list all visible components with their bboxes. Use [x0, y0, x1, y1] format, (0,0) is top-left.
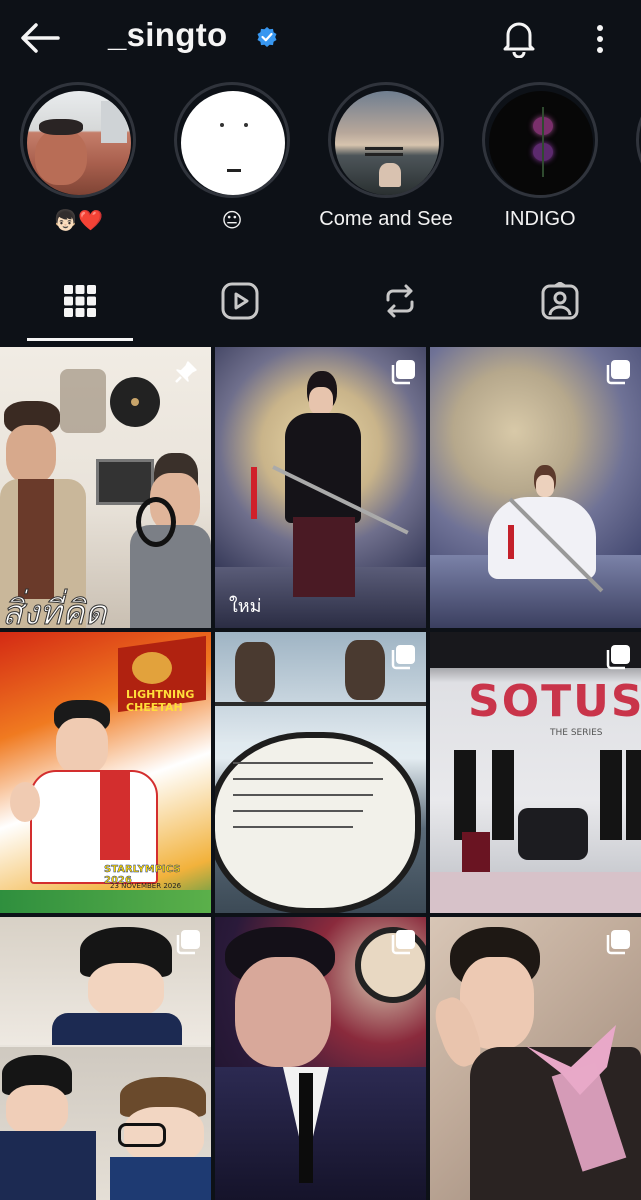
- post-tile[interactable]: [430, 917, 641, 1200]
- post-overlay-text: SOTUS: [468, 676, 641, 727]
- highlight-item[interactable]: 👦🏻❤️: [18, 82, 144, 238]
- highlight-item[interactable]: 😐: [172, 82, 298, 238]
- story-highlights: 👦🏻❤️ 😐 Come and See INDIGO: [0, 82, 641, 242]
- highlight-cover: [335, 91, 439, 195]
- selected-tab-indicator: [27, 338, 133, 341]
- highlight-cover: [489, 91, 593, 195]
- verified-badge-icon: [256, 26, 278, 48]
- highlight-item[interactable]: INDIGO: [480, 82, 606, 238]
- tagged-user-icon: [541, 282, 579, 320]
- bell-icon: [503, 22, 535, 59]
- highlight-cover: [27, 91, 131, 195]
- post-subtext: THE SERIES: [550, 728, 603, 738]
- carousel-icon: [606, 360, 630, 385]
- carousel-icon: [176, 930, 200, 955]
- grid-icon: [64, 285, 96, 317]
- post-tile[interactable]: [215, 917, 426, 1200]
- highlight-item[interactable]: [634, 82, 641, 238]
- post-date-text: 23 NOVEMBER 2026: [110, 882, 182, 890]
- post-tile[interactable]: ใหม่: [215, 347, 426, 628]
- carousel-icon: [391, 930, 415, 955]
- post-tile[interactable]: [215, 632, 426, 913]
- highlight-item[interactable]: Come and See: [319, 82, 453, 238]
- post-tile[interactable]: [0, 917, 211, 1200]
- highlight-label: INDIGO: [504, 208, 576, 230]
- post-overlay-text: สิ่งที่คิด: [2, 593, 108, 629]
- post-overlay-text: ใหม่: [229, 596, 262, 617]
- carousel-icon: [391, 360, 415, 385]
- profile-header: _singto: [0, 0, 641, 78]
- more-vertical-icon: [597, 25, 603, 53]
- profile-tabs: [0, 262, 641, 346]
- highlight-ring: [636, 82, 641, 198]
- post-tile[interactable]: LIGHTNING CHEETAH STARLYMPICS 2026 23 NO…: [0, 632, 211, 913]
- repost-icon: [386, 284, 414, 318]
- notifications-button[interactable]: [500, 18, 538, 59]
- post-tile[interactable]: [430, 347, 641, 628]
- post-tile[interactable]: SOTUS THE SERIES: [430, 632, 641, 913]
- carousel-icon: [391, 645, 415, 670]
- more-options-button[interactable]: [590, 22, 610, 56]
- tab-posts[interactable]: [0, 262, 160, 340]
- highlight-label: 😐: [221, 210, 243, 232]
- arrow-left-icon: [21, 23, 60, 53]
- posts-grid: สิ่งที่คิด ใหม่ LIGHTNING CHEETAH STARLY…: [0, 347, 641, 1200]
- post-overlay-text: LIGHTNING CHEETAH: [126, 688, 195, 714]
- highlight-label: 👦🏻❤️: [53, 210, 103, 232]
- highlight-label: Come and See: [319, 208, 453, 230]
- pin-icon: [175, 361, 197, 383]
- post-tile[interactable]: สิ่งที่คิด: [0, 347, 211, 628]
- profile-username: _singto: [108, 16, 228, 53]
- tab-reels[interactable]: [160, 262, 320, 340]
- carousel-icon: [606, 645, 630, 670]
- tab-tagged[interactable]: [480, 262, 640, 340]
- play-icon: [221, 282, 259, 320]
- back-button[interactable]: [18, 20, 62, 56]
- tab-reposts[interactable]: [320, 262, 480, 340]
- carousel-icon: [606, 930, 630, 955]
- highlight-cover: [181, 91, 285, 195]
